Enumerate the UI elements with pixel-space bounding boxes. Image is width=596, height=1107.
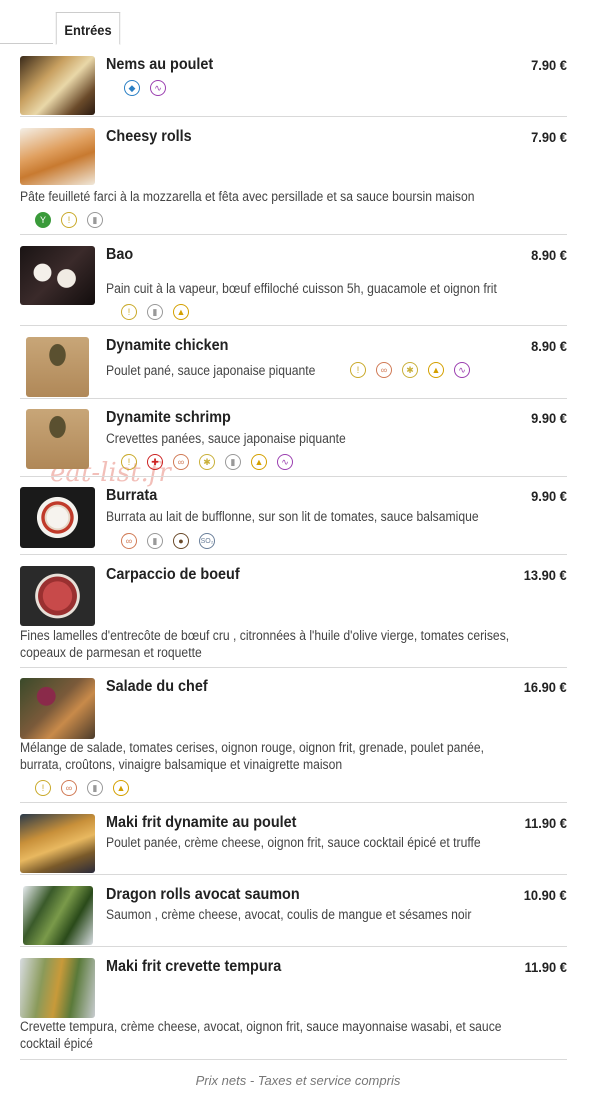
sesame-icon: ✱ — [402, 362, 418, 378]
mustard-icon: ● — [173, 533, 189, 549]
fish-icon: ◆ — [124, 80, 140, 96]
sulphites-icon: SO₂ — [199, 533, 215, 549]
item-description-line1: Mélange de salade, tomates cerises, oign… — [20, 740, 485, 755]
item-name: Cheesy rolls — [106, 128, 192, 145]
menu-item-carpaccio[interactable]: Carpaccio de boeuf 13.90 € Fines lamelle… — [20, 566, 567, 668]
item-price: 8.90 € — [531, 247, 567, 263]
dish-photo-carpaccio — [20, 566, 95, 626]
milk-icon: ▮ — [147, 533, 163, 549]
item-description: Saumon , crème cheese, avocat, coulis de… — [106, 907, 472, 922]
menu-item-bao[interactable]: Bao 8.90 € Pain cuit à la vapeur, bœuf e… — [20, 246, 567, 326]
item-name: Burrata — [106, 487, 158, 504]
vegetarian-icon: Y — [35, 212, 51, 228]
menu-item-nems[interactable]: Nems au poulet 7.90 € ◆ ∿ — [20, 56, 567, 117]
item-description-line2: cocktail épicé — [20, 1036, 93, 1051]
item-name: Dynamite chicken — [106, 337, 229, 354]
item-description: Pain cuit à la vapeur, bœuf effiloché cu… — [106, 281, 497, 296]
menu-item-maki-crevette[interactable]: Maki frit crevette tempura 11.90 € Creve… — [20, 958, 567, 1060]
item-price: 10.90 € — [524, 887, 567, 903]
dish-photo-burrata — [20, 487, 95, 548]
item-description-line1: Crevette tempura, crème cheese, avocat, … — [20, 1019, 502, 1034]
item-description-line1: Fines lamelles d'entrecôte de bœuf cru ,… — [20, 628, 510, 643]
item-description: Pâte feuilleté farci à la mozzarella et … — [20, 189, 475, 204]
allergen-icons: ! ▮ ▲ — [121, 304, 189, 324]
dish-photo-maki-crevette — [20, 958, 95, 1018]
egg-icon: ▲ — [113, 780, 129, 796]
item-name: Maki frit crevette tempura — [106, 958, 282, 975]
allergen-icons: ◆ ∿ — [124, 80, 166, 100]
dish-photo-salade — [20, 678, 95, 739]
tab-bar: Entrées — [0, 12, 596, 45]
item-price: 11.90 € — [524, 959, 567, 975]
crustacean-icon: ✚ — [147, 454, 163, 470]
soy-icon: ∿ — [454, 362, 470, 378]
menu-item-maki-frit-poulet[interactable]: Maki frit dynamite au poulet 11.90 € Pou… — [20, 814, 567, 875]
sesame-icon: ✱ — [199, 454, 215, 470]
egg-icon: ▲ — [173, 304, 189, 320]
allergen-icons: ! ∞ ✱ ▲ ∿ — [350, 362, 470, 382]
item-description-line2: copeaux de parmesan et roquette — [20, 645, 202, 660]
item-price: 8.90 € — [531, 338, 567, 354]
milk-icon: ▮ — [87, 212, 103, 228]
item-name: Carpaccio de boeuf — [106, 566, 240, 583]
item-description: Poulet panée, crème cheese, oignon frit,… — [106, 835, 481, 850]
item-name: Dynamite schrimp — [106, 409, 231, 426]
milk-icon: ▮ — [87, 780, 103, 796]
gluten-icon: ! — [35, 780, 51, 796]
dish-photo-cheesy-rolls — [20, 128, 95, 185]
footer-note: Prix nets - Taxes et service compris — [195, 1073, 401, 1088]
gluten-icon: ! — [350, 362, 366, 378]
item-name: Dragon rolls avocat saumon — [106, 886, 300, 903]
menu-item-dynamite-schrimp[interactable]: Dynamite schrimp 9.90 € Crevettes panées… — [20, 409, 567, 477]
menu-item-dragon-rolls[interactable]: Dragon rolls avocat saumon 10.90 € Saumo… — [20, 886, 567, 947]
dish-photo-nems — [20, 56, 95, 115]
item-name: Salade du chef — [106, 678, 208, 695]
item-name: Nems au poulet — [106, 56, 214, 73]
egg-icon: ▲ — [251, 454, 267, 470]
gluten-icon: ! — [121, 304, 137, 320]
menu-item-salade-du-chef[interactable]: Salade du chef 16.90 € Mélange de salade… — [20, 678, 567, 803]
dish-photo-dynamite-schrimp — [26, 409, 89, 469]
nuts-icon: ∞ — [376, 362, 392, 378]
gluten-icon: ! — [61, 212, 77, 228]
dish-photo-dynamite-chicken — [26, 337, 89, 397]
item-description: Poulet pané, sauce japonaise piquante — [106, 363, 316, 378]
item-price: 13.90 € — [524, 567, 567, 583]
menu-item-burrata[interactable]: Burrata 9.90 € Burrata au lait de bufflo… — [20, 487, 567, 555]
menu-item-dynamite-chicken[interactable]: Dynamite chicken 8.90 € Poulet pané, sau… — [20, 337, 567, 399]
item-price: 7.90 € — [531, 129, 567, 145]
gluten-icon: ! — [121, 454, 137, 470]
soy-icon: ∿ — [150, 80, 166, 96]
item-price: 9.90 € — [531, 488, 567, 504]
item-description-line2: burrata, croûtons, vinaigre balsamique e… — [20, 757, 343, 772]
item-description: Burrata au lait de bufflonne, sur son li… — [106, 509, 479, 524]
allergen-icons: ∞ ▮ ● SO₂ — [121, 533, 215, 553]
tab-entrees[interactable]: Entrées — [55, 12, 121, 45]
item-price: 16.90 € — [524, 679, 567, 695]
allergen-icons: Y ! ▮ — [35, 212, 103, 232]
item-price: 11.90 € — [524, 815, 567, 831]
item-description: Crevettes panées, sauce japonaise piquan… — [106, 431, 346, 446]
allergen-icons: ! ∞ ▮ ▲ — [35, 780, 129, 800]
egg-icon: ▲ — [428, 362, 444, 378]
dish-photo-dragon-rolls — [23, 886, 93, 945]
soy-icon: ∿ — [277, 454, 293, 470]
milk-icon: ▮ — [147, 304, 163, 320]
item-name: Bao — [106, 246, 134, 263]
nuts-icon: ∞ — [173, 454, 189, 470]
nuts-icon: ∞ — [121, 533, 137, 549]
item-price: 7.90 € — [531, 57, 567, 73]
item-name: Maki frit dynamite au poulet — [106, 814, 297, 831]
allergen-icons: ! ✚ ∞ ✱ ▮ ▲ ∿ — [121, 454, 293, 474]
milk-icon: ▮ — [225, 454, 241, 470]
tab-divider — [0, 43, 53, 44]
item-price: 9.90 € — [531, 410, 567, 426]
menu-item-cheesy-rolls[interactable]: Cheesy rolls 7.90 € Pâte feuilleté farci… — [20, 128, 567, 235]
nuts-icon: ∞ — [61, 780, 77, 796]
dish-photo-bao — [20, 246, 95, 305]
dish-photo-maki-poulet — [20, 814, 95, 873]
